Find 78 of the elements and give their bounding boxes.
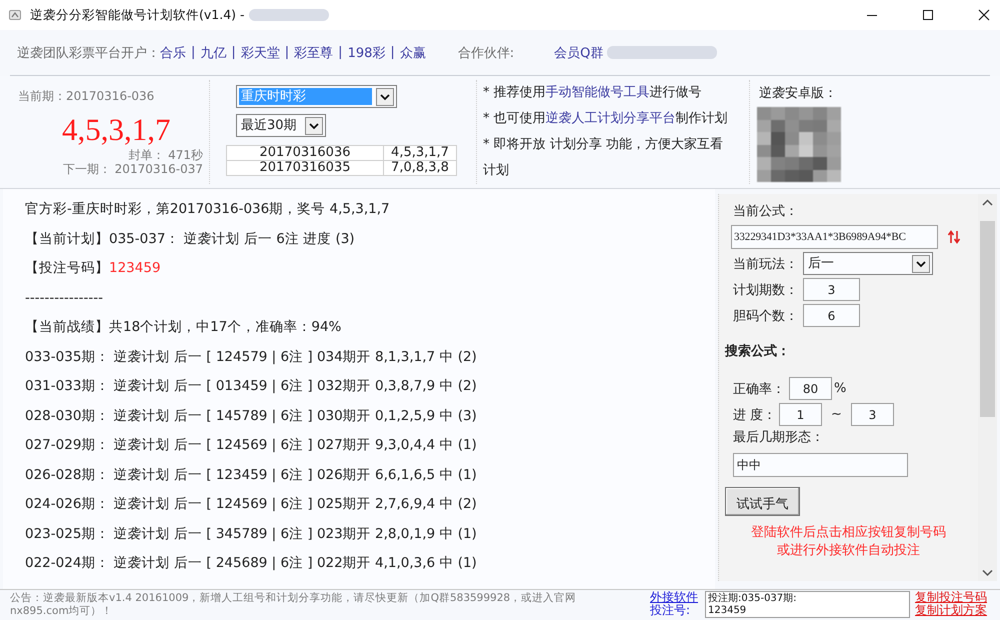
platform-link[interactable]: 彩至尊 <box>294 44 334 62</box>
maximize-icon[interactable] <box>922 9 934 21</box>
link-separator: | <box>284 45 290 60</box>
link-separator: | <box>231 45 236 60</box>
external-software-link[interactable]: 外接软件 <box>650 591 698 604</box>
progress-label: 进 度： <box>733 406 778 424</box>
result-line: 023-025期： 逆袭计划 后一 [ 345789 | 6注 ] 023期开 2,8,0,1,9 中 (1) <box>25 524 478 544</box>
table-cell-text: 7,0,8,3,8 <box>390 161 450 175</box>
percent-sign: % <box>834 381 846 396</box>
table-cell: 20170316035 <box>227 161 384 175</box>
count-label: 胆码个数： <box>733 308 799 324</box>
notice-text: * 推荐使用手动智能做号工具进行做号 <box>483 84 703 102</box>
chevron-down-icon[interactable] <box>376 88 394 106</box>
result-line: 【当前战绩】共18个计划，中17个，准确率：94% <box>25 318 342 337</box>
platform-link[interactable]: 九亿 <box>200 44 226 62</box>
platform-link[interactable]: 众赢 <box>400 44 426 62</box>
formula-field[interactable]: 33229341D3*33AA1*3B6989A94*BC <box>731 225 938 249</box>
platform-link[interactable]: 198彩 <box>348 44 386 62</box>
play-label: 当前玩法： <box>733 256 799 272</box>
result-line: 033-035期： 逆袭计划 后一 [ 124579 | 6注 ] 034期开 8,1,3,1,7 中 (2) <box>25 348 478 366</box>
result-line: 026-028期： 逆袭计划 后一 [ 123459 | 6注 ] 026期开 6,6,1,6,5 中 (1) <box>25 466 478 484</box>
bet-text-field[interactable]: 投注期:035-037期: 123459 <box>705 591 910 618</box>
result-line: 022-024期： 逆袭计划 后一 [ 245689 | 6注 ] 022期开 4,1,0,3,6 中 (1) <box>25 554 478 573</box>
pattern-label: 最后几期形态： <box>733 429 824 447</box>
link-separator: | <box>191 45 196 60</box>
result-line: 027-029期： 逆袭计划 后一 [ 124569 | 6注 ] 027期开 9,3,0,4,4 中 (1) <box>25 436 478 455</box>
pattern-field[interactable]: 中中 <box>733 453 908 477</box>
platform-label: 逆袭团队彩票平台开户： <box>17 44 160 62</box>
announcement-text: 公告：逆袭最新版本v1.4 20161009，新增人工组号和计划分享功能，请尽快更新（加Q群583599928，或进入官网nx895.com均可）！ <box>9 591 578 619</box>
chevron-down-icon[interactable] <box>305 116 323 134</box>
platform-link[interactable]: 彩天堂 <box>240 44 280 62</box>
bet-number-label: 投注号: <box>650 604 690 617</box>
result-line: 【当前计划】035-037： 逆袭计划 后一 6注 进度 (3) <box>25 230 356 248</box>
period-range-dropdown[interactable]: 最近30期 <box>236 114 326 137</box>
result-line: ---------------- <box>25 288 104 308</box>
android-label: 逆袭安卓版： <box>759 86 838 102</box>
table-cell-text: 4,5,3,1,7 <box>390 146 450 160</box>
count-field[interactable]: 6 <box>803 304 860 327</box>
result-line: 031-033期： 逆袭计划 后一 [ 013459 | 6注 ] 032期开 0,3,8,7,9 中 (2) <box>25 377 478 396</box>
try-luck-button[interactable]: 试试手气 <box>725 487 800 516</box>
table-cell: 20170316036 <box>227 146 384 160</box>
close-time-text: 封单： 471秒 <box>127 148 203 162</box>
platform-link[interactable]: 合乐 <box>160 44 186 62</box>
result-line: 024-026期： 逆袭计划 后一 [ 124569 | 6注 ] 025期开 2,7,6,9,4 中 (2) <box>25 495 478 514</box>
periods-label: 计划期数： <box>733 282 799 298</box>
link-separator: | <box>338 45 343 60</box>
accuracy-field[interactable]: 80 <box>789 377 832 400</box>
progress-to-field[interactable]: 3 <box>850 403 894 426</box>
notice-link[interactable]: 逆袭人工计划分享平台 <box>546 111 676 126</box>
window-title: 逆袭分分彩智能做号计划软件(v1.4) - <box>30 6 245 24</box>
bet-numbers-line: 【投注号码】123459 <box>25 259 162 278</box>
swap-arrows-icon[interactable] <box>946 230 962 244</box>
partners-label: 合作伙伴: <box>458 44 514 62</box>
hint-text: 或进行外接软件自动投注 <box>777 542 920 560</box>
next-period-text: 下一期： 20170316-037 <box>62 162 203 176</box>
play-dropdown[interactable]: 后一 <box>803 252 933 275</box>
winning-numbers: 4,5,3,1,7 <box>61 112 172 148</box>
progress-from-field[interactable]: 1 <box>779 403 822 426</box>
scrollbar-thumb[interactable] <box>980 221 995 417</box>
notice-text: * 即将开放 计划分享 功能，方便大家互看计划 <box>483 136 724 180</box>
result-line: 028-030期： 逆袭计划 后一 [ 145789 | 6注 ] 030期开 0,1,2,5,9 中 (3) <box>25 406 478 426</box>
chevron-down-icon[interactable] <box>912 254 930 272</box>
notice-link[interactable]: 手动智能做号工具 <box>546 85 650 100</box>
accuracy-label: 正确率： <box>733 380 786 398</box>
notice-text: * 也可使用逆袭人工计划分享平台制作计划 <box>483 110 729 128</box>
partner-link[interactable]: 会员Q群 <box>554 44 604 62</box>
periods-field[interactable]: 3 <box>803 278 860 301</box>
result-line: 官方彩-重庆时时彩，第20170316-036期，奖号 4,5,3,1,7 <box>25 200 391 219</box>
search-title: 搜索公式： <box>725 343 790 361</box>
hint-text: 登陆软件后点击相应按钮复制号码 <box>751 524 946 542</box>
copy-link[interactable]: 复制投注号码 <box>915 591 987 604</box>
link-separator: | <box>390 45 395 60</box>
copy-link[interactable]: 复制计划方案 <box>915 604 987 617</box>
app-icon <box>9 10 21 20</box>
current-period-text: 当前期：20170316-036 <box>18 88 156 104</box>
formula-label: 当前公式： <box>733 203 798 221</box>
range-tilde: ~ <box>831 407 842 422</box>
close-icon[interactable] <box>978 9 990 21</box>
